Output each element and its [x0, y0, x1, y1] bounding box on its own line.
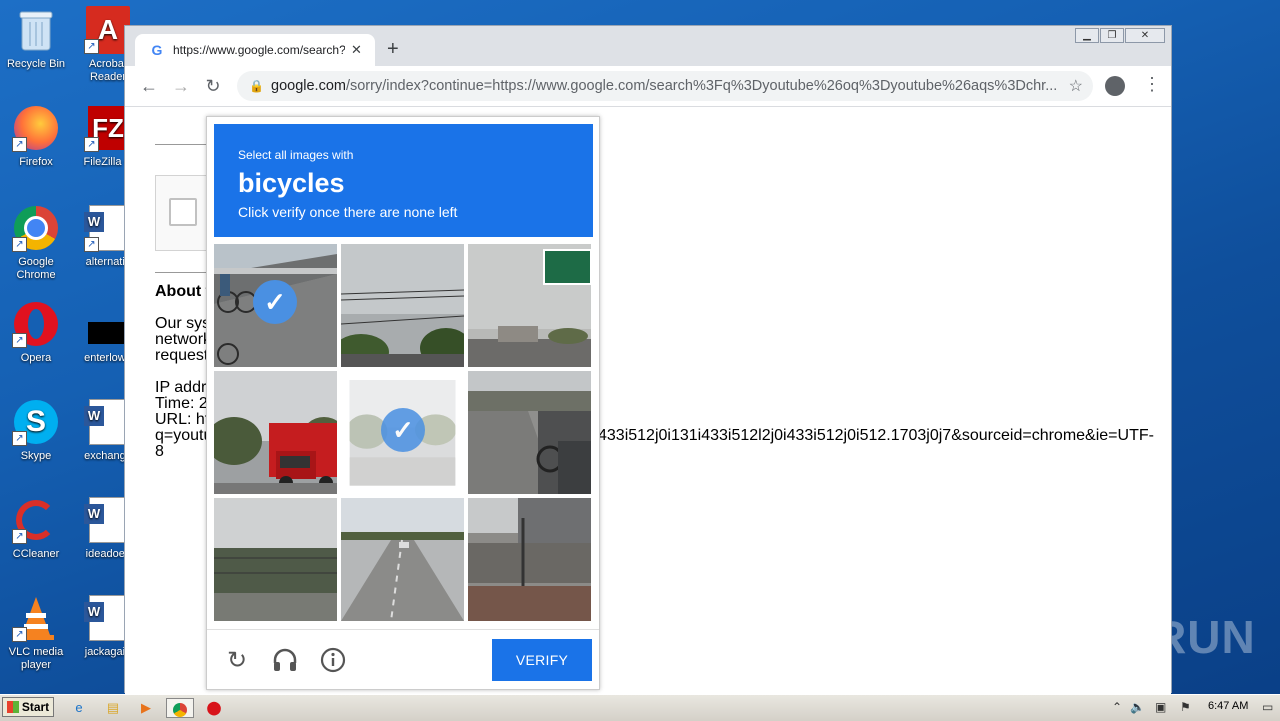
restore-button[interactable]: ❐: [1100, 28, 1124, 43]
challenge-footer: ↻ VERIFY: [207, 629, 599, 690]
show-desktop-icon[interactable]: ▭: [1262, 700, 1273, 714]
image-tile-4[interactable]: [214, 371, 337, 494]
tile-image: [468, 244, 591, 367]
image-tile-5[interactable]: ✓: [341, 371, 464, 494]
opera-icon: ↗: [12, 300, 60, 348]
desktop-icon-vlc[interactable]: ↗ VLC media player: [0, 594, 72, 672]
browser-toolbar: ← → ↻ 🔒 google.com/sorry/index?continue=…: [125, 66, 1171, 107]
image-tile-3[interactable]: [468, 244, 591, 367]
chrome-icon: [173, 702, 187, 717]
tab-title: https://www.google.com/search?q=: [173, 43, 345, 57]
url-text[interactable]: google.com/sorry/index?continue=https://…: [271, 78, 1061, 94]
target-object-text: bicycles: [238, 168, 345, 198]
desktop-icon-skype[interactable]: S ↗ Skype: [0, 398, 72, 463]
close-window-button[interactable]: ✕: [1125, 28, 1165, 43]
challenge-header: Select all images with bicycles Click ve…: [214, 124, 593, 237]
shortcut-arrow-icon: ↗: [12, 137, 27, 152]
show-hidden-icons-chevron-icon[interactable]: ⌃: [1112, 700, 1122, 714]
file-explorer-icon[interactable]: ▤: [102, 698, 124, 718]
desktop-icon-label: Firefox: [19, 156, 53, 168]
hint-text: Click verify once there are none left: [238, 204, 458, 220]
shortcut-arrow-icon: ↗: [12, 431, 27, 446]
shortcut-arrow-icon: ↗: [12, 529, 27, 544]
recaptcha-challenge: Select all images with bicycles Click ve…: [206, 116, 600, 690]
desktop-icon-label: VLC media player: [8, 646, 64, 671]
kebab-menu-icon[interactable]: ⋮: [1143, 74, 1161, 95]
chrome-icon: ↗: [12, 204, 60, 252]
tile-image: [468, 371, 591, 494]
url-end-text: 8: [155, 443, 164, 460]
url-tail-text: 433i512j0i131i433i512l2j0i433i512j0i512.…: [598, 427, 1154, 444]
desktop-icon-label: Recycle Bin: [6, 58, 66, 70]
google-favicon-icon: G: [151, 42, 163, 58]
vlc-cone-icon: ↗: [12, 594, 60, 642]
recycle-bin-icon: [12, 6, 60, 54]
desktop-icon-label: Skype: [20, 450, 52, 462]
desktop-icon-opera[interactable]: ↗ Opera: [0, 300, 72, 365]
opera-taskbar-icon[interactable]: ⬤: [203, 698, 225, 718]
taskbar: Start e ▤ ▶ ⬤ ⌃ 🔈 ▣ ⚑ 6:47 AM ▭: [0, 694, 1280, 721]
audio-challenge-headphones-icon[interactable]: [271, 647, 299, 675]
desktop-icon-label: Google Chrome: [16, 256, 56, 281]
image-tile-7[interactable]: [214, 498, 337, 621]
close-tab-icon[interactable]: ✕: [351, 42, 362, 58]
tile-image: [341, 498, 464, 621]
clock-time[interactable]: 6:47 AM: [1208, 700, 1248, 712]
media-player-icon[interactable]: ▶: [135, 698, 157, 718]
chrome-taskbar-button[interactable]: [166, 698, 194, 718]
volume-speaker-icon[interactable]: 🔈: [1130, 700, 1145, 714]
shortcut-arrow-icon: ↗: [84, 237, 99, 252]
image-grid: ✓ ✓: [214, 244, 593, 623]
new-tab-icon[interactable]: +: [387, 39, 399, 59]
action-center-flag-icon[interactable]: ⚑: [1180, 700, 1191, 714]
skype-icon: S ↗: [12, 398, 60, 446]
reload-icon[interactable]: ↻: [201, 74, 225, 98]
instruction-text: Select all images with: [238, 148, 354, 162]
shortcut-arrow-icon: ↗: [12, 627, 27, 642]
shortcut-arrow-icon: ↗: [12, 333, 27, 348]
selected-check-icon: ✓: [381, 408, 425, 452]
tile-image: [468, 498, 591, 621]
recaptcha-checkbox[interactable]: [169, 198, 197, 226]
internet-explorer-icon[interactable]: e: [68, 698, 90, 718]
desktop-icon-firefox[interactable]: ↗ Firefox: [0, 104, 72, 169]
address-bar[interactable]: 🔒 google.com/sorry/index?continue=https:…: [237, 71, 1093, 101]
forward-arrow-icon[interactable]: →: [169, 74, 193, 98]
image-tile-1[interactable]: ✓: [214, 244, 337, 367]
image-tile-2[interactable]: [341, 244, 464, 367]
ccleaner-icon: ↗: [12, 496, 60, 544]
lock-icon: 🔒: [249, 79, 264, 93]
back-arrow-icon[interactable]: ←: [137, 74, 161, 98]
bookmark-star-icon[interactable]: ☆: [1069, 76, 1083, 96]
selected-check-icon: ✓: [253, 280, 297, 324]
start-button[interactable]: Start: [2, 697, 54, 717]
shortcut-arrow-icon: ↗: [84, 137, 99, 152]
desktop-icon-label: Opera: [20, 352, 52, 364]
desktop-icon-chrome[interactable]: ↗ Google Chrome: [0, 204, 72, 282]
profile-avatar-icon[interactable]: [1105, 76, 1125, 96]
windows-logo-icon: [6, 701, 19, 713]
start-label: Start: [21, 700, 50, 714]
browser-tab[interactable]: G https://www.google.com/search?q= ✕: [135, 34, 375, 66]
desktop-icon-recycle-bin[interactable]: Recycle Bin: [0, 6, 72, 71]
image-tile-9[interactable]: [468, 498, 591, 621]
tab-strip: G https://www.google.com/search?q= ✕ + ▁…: [125, 26, 1171, 66]
info-help-icon[interactable]: [319, 647, 347, 675]
image-tile-6[interactable]: [468, 371, 591, 494]
image-tile-8[interactable]: [341, 498, 464, 621]
desktop-icon-label: CCleaner: [12, 548, 60, 560]
minimize-button[interactable]: ▁: [1075, 28, 1099, 43]
tile-image: [341, 244, 464, 367]
desktop-icon-ccleaner[interactable]: ↗ CCleaner: [0, 496, 72, 561]
tile-image: [214, 498, 337, 621]
shortcut-arrow-icon: ↗: [12, 237, 27, 252]
shortcut-arrow-icon: ↗: [84, 39, 99, 54]
verify-button[interactable]: VERIFY: [492, 639, 592, 681]
firefox-icon: ↗: [12, 104, 60, 152]
tile-image: [214, 371, 337, 494]
reload-challenge-icon[interactable]: ↻: [223, 647, 251, 675]
network-icon[interactable]: ▣: [1155, 700, 1166, 714]
